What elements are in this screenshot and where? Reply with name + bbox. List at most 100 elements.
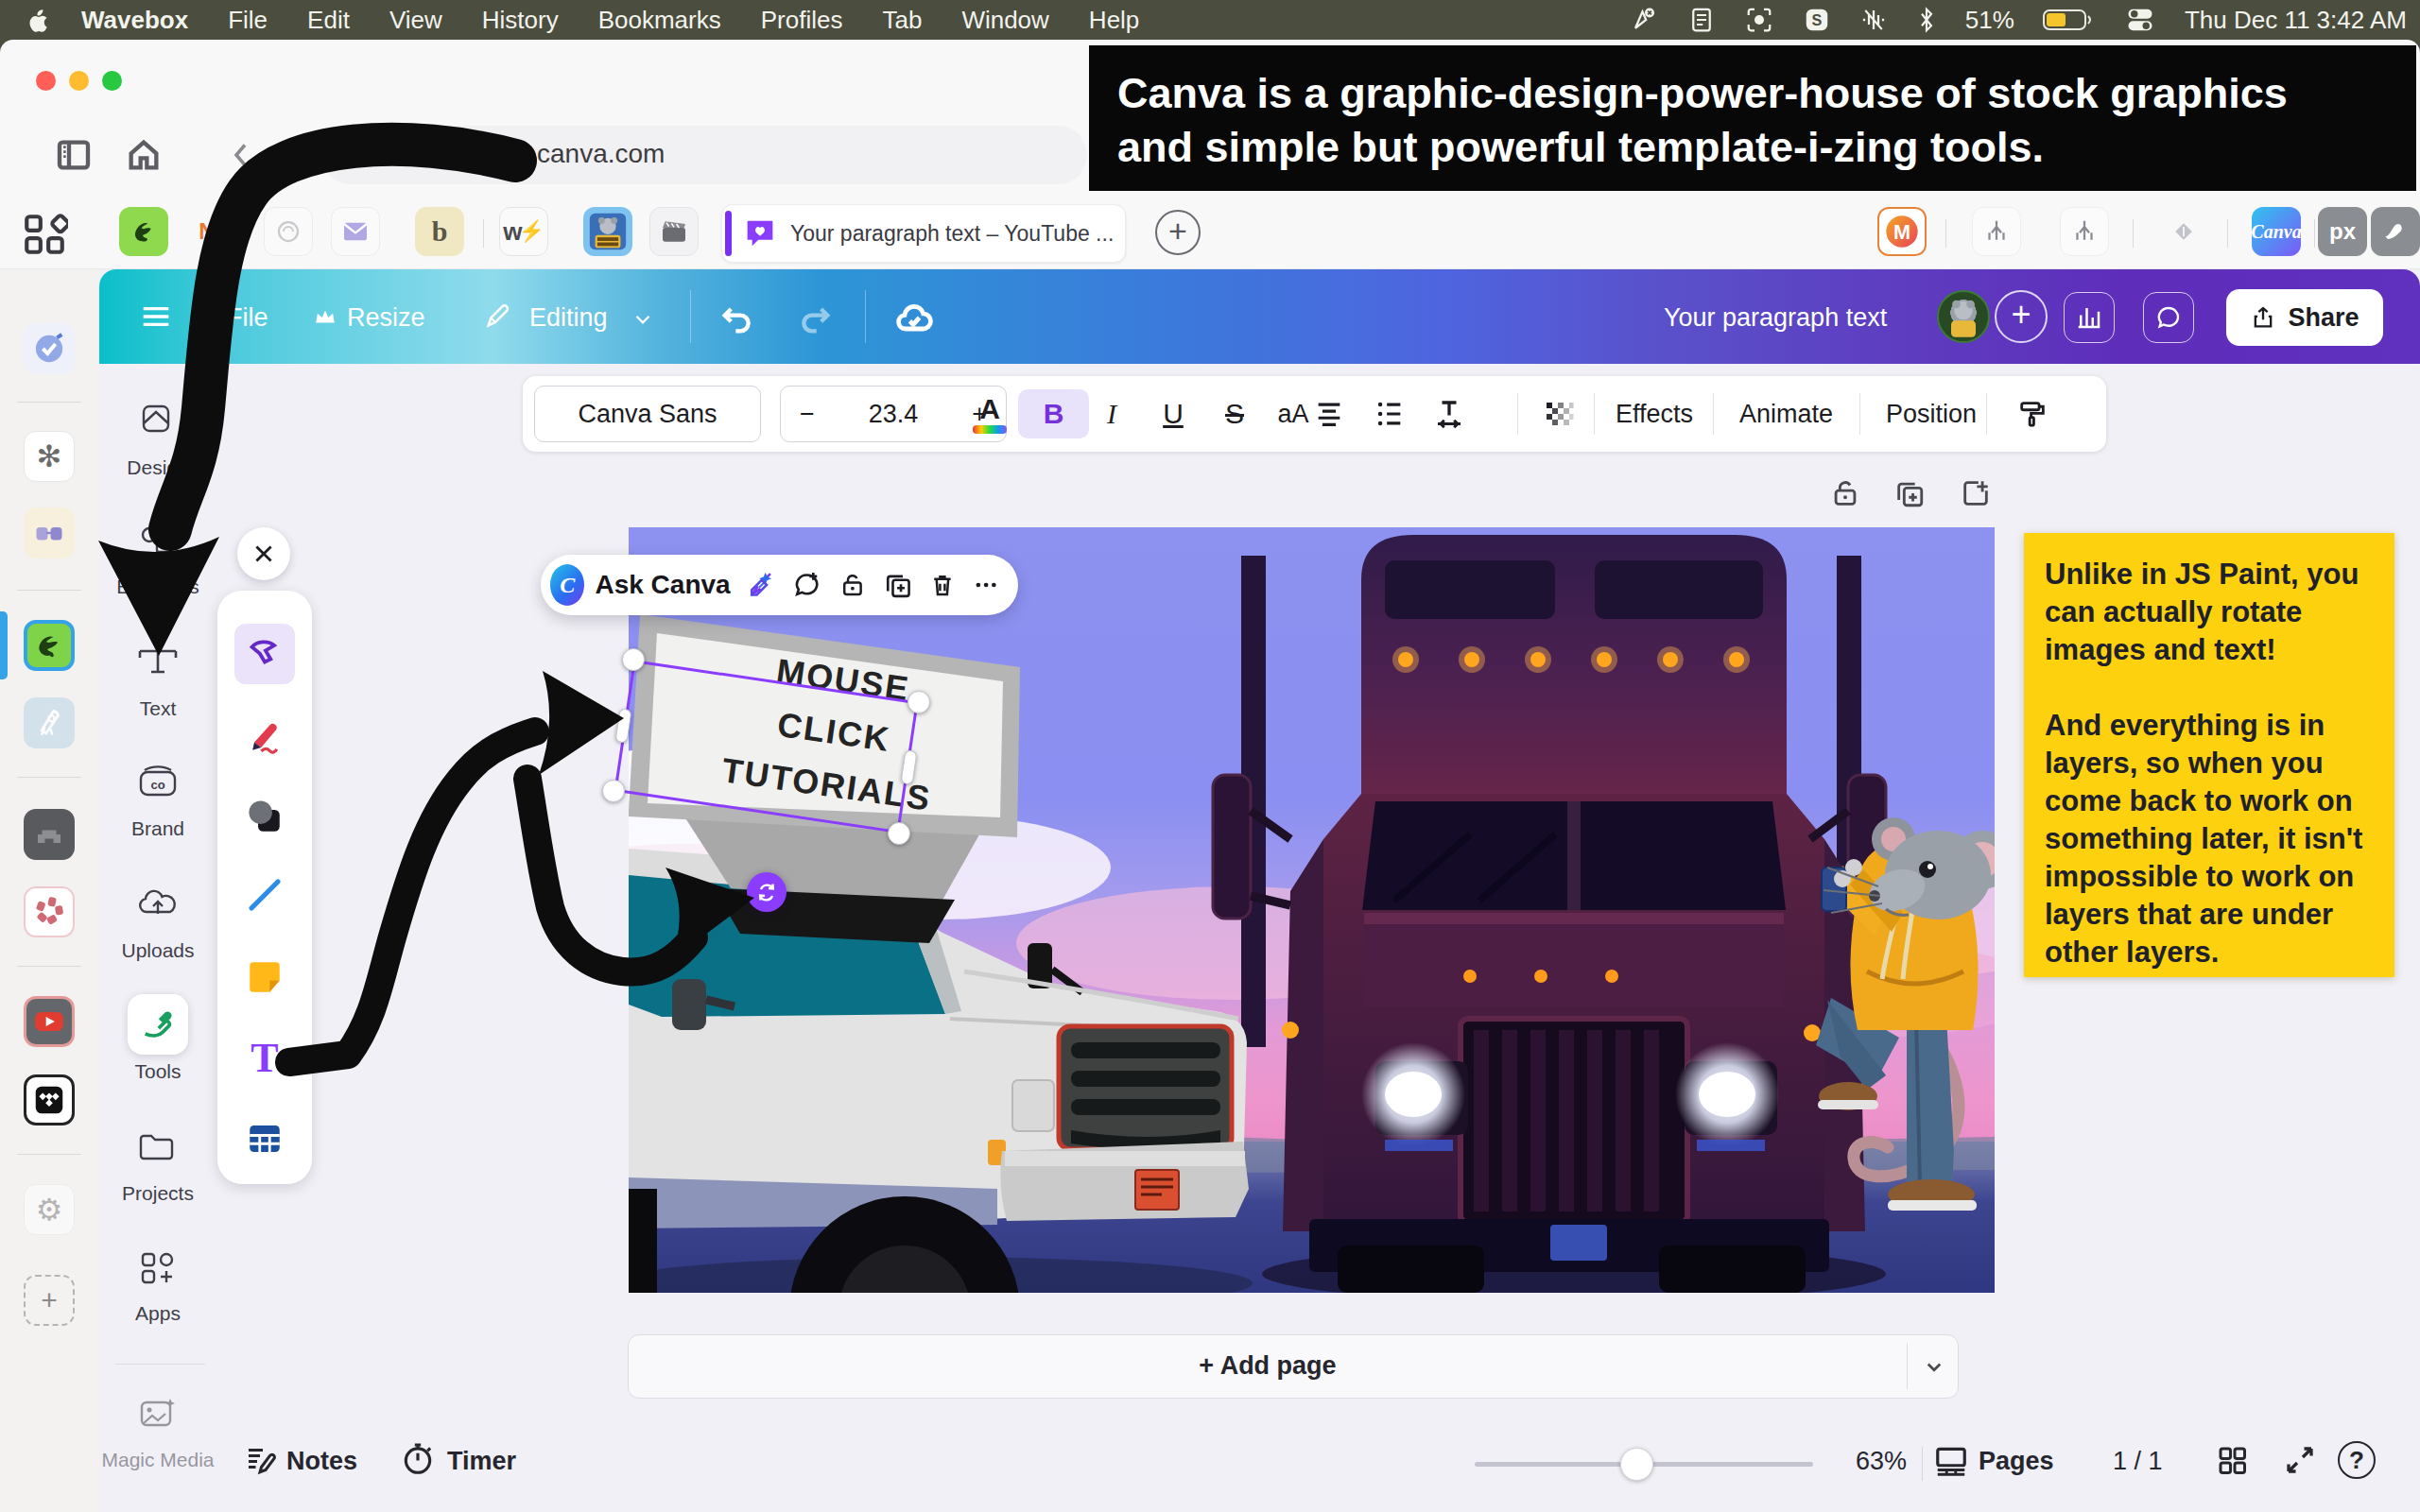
zoom-window-button[interactable] [102, 71, 122, 91]
menu-edit[interactable]: Edit [307, 6, 350, 35]
tools-icon[interactable] [128, 994, 188, 1055]
url-text[interactable]: canva.com [537, 139, 665, 169]
sticky-note-tool[interactable] [234, 947, 295, 1007]
menu-bookmarks[interactable]: Bookmarks [598, 6, 721, 35]
design-icon[interactable] [49, 404, 267, 433]
menu-window[interactable]: Window [961, 6, 1048, 35]
location-off-icon[interactable] [1631, 6, 1659, 34]
share-button[interactable]: Share [2226, 289, 2383, 346]
pages-button[interactable]: Pages [1979, 1447, 2054, 1476]
selection-handle-bl[interactable] [602, 780, 625, 802]
bookmark-mail-icon[interactable] [331, 207, 380, 256]
bookmark-swoosh-icon[interactable] [2371, 207, 2420, 256]
shottr-icon[interactable]: S [1803, 6, 1831, 34]
editing-mode-dropdown[interactable]: Editing [529, 303, 608, 333]
draw-tool[interactable] [234, 707, 295, 767]
zoom-slider-thumb[interactable] [1620, 1448, 1653, 1481]
list-button[interactable] [1365, 389, 1414, 438]
font-size-minus[interactable]: − [800, 400, 815, 429]
transparency-button[interactable] [1533, 389, 1582, 438]
nav-apps-label[interactable]: Apps [49, 1302, 267, 1325]
table-tool[interactable] [234, 1108, 295, 1169]
minimize-window-button[interactable] [69, 71, 89, 91]
bookmark-w-icon[interactable]: w⚡ [499, 207, 548, 256]
line-tool[interactable] [234, 865, 295, 925]
menu-app-name[interactable]: Wavebox [81, 6, 188, 35]
magic-media-icon[interactable] [49, 1397, 267, 1431]
unlock-icon[interactable] [838, 568, 867, 602]
fullscreen-icon[interactable] [2283, 1443, 2317, 1477]
menu-icon[interactable] [137, 298, 175, 335]
selection-handle-tl[interactable] [622, 648, 645, 671]
bookmark-n-icon[interactable]: N [182, 207, 232, 256]
resize-button[interactable]: Resize [347, 303, 425, 333]
design-canvas[interactable]: MOUSE CLICK TUTORIALS [629, 527, 1995, 1293]
timer-icon[interactable] [400, 1441, 436, 1477]
nav-magic-media-label[interactable]: Magic Media [49, 1449, 267, 1471]
apps-grid-icon[interactable] [21, 211, 68, 258]
add-page-button[interactable]: + Add page [628, 1334, 1959, 1399]
active-tab[interactable]: Your paragraph text – YouTube ... [721, 204, 1126, 263]
more-options-icon[interactable] [973, 569, 999, 601]
spacing-button[interactable] [1425, 389, 1474, 438]
text-tool[interactable]: T [234, 1027, 295, 1088]
animate-button[interactable]: Animate [1739, 389, 1833, 438]
nav-design-label[interactable]: Design [49, 456, 267, 479]
bookmark-mouse-tutorials-icon[interactable] [583, 207, 632, 256]
comment-button[interactable] [2143, 292, 2194, 343]
bookmark-doc2-icon[interactable] [2060, 207, 2109, 256]
file-menu-button[interactable]: File [227, 303, 268, 333]
nav-projects-label[interactable]: Projects [49, 1182, 267, 1205]
doc-title[interactable]: Your paragraph text [1664, 303, 1887, 333]
close-tools-button[interactable] [237, 527, 290, 580]
menu-view[interactable]: View [389, 6, 442, 35]
magic-edit-icon[interactable] [747, 567, 777, 603]
bluetooth-icon[interactable] [1916, 6, 1937, 34]
shapes-tool[interactable] [234, 786, 295, 847]
italic-button[interactable]: I [1087, 389, 1136, 438]
sidebar-app-youtube-icon[interactable] [24, 996, 75, 1047]
notes-icon[interactable] [243, 1443, 277, 1477]
new-tab-button[interactable]: + [1155, 210, 1201, 255]
effects-button[interactable]: Effects [1616, 389, 1693, 438]
comment-add-icon[interactable] [792, 567, 822, 603]
sidebar-app-check-icon[interactable] [24, 323, 75, 374]
bookmark-b-icon[interactable]: b [415, 207, 464, 256]
duplicate-page-icon[interactable] [1893, 477, 1926, 509]
menu-help[interactable]: Help [1089, 6, 1139, 35]
rotate-handle[interactable] [747, 872, 786, 912]
back-icon[interactable] [225, 138, 259, 172]
bold-button[interactable]: B [1018, 389, 1089, 438]
duplicate-icon[interactable] [883, 567, 913, 603]
help-button[interactable]: ? [2338, 1441, 2376, 1479]
address-bar[interactable] [321, 126, 1087, 184]
apple-logo-icon[interactable] [25, 6, 49, 34]
bookmark-diamond-icon[interactable] [2159, 207, 2208, 256]
alignment-button[interactable] [1305, 389, 1354, 438]
selection-handle-br[interactable] [888, 822, 910, 845]
menu-tab[interactable]: Tab [882, 6, 922, 35]
timer-button[interactable]: Timer [447, 1447, 516, 1476]
menu-profiles[interactable]: Profiles [761, 6, 843, 35]
canva-assistant-icon[interactable]: C [550, 564, 584, 606]
undo-button[interactable] [718, 300, 756, 337]
sidebar-toggle-icon[interactable] [55, 136, 93, 174]
close-window-button[interactable] [36, 71, 56, 91]
sticky-note[interactable]: Unlike in JS Paint, you can actually rot… [2024, 533, 2394, 977]
lock-page-icon[interactable] [1829, 477, 1861, 509]
menu-file[interactable]: File [228, 6, 268, 35]
selection-handle-tr[interactable] [908, 691, 930, 713]
bookmark-canva-icon[interactable]: Canva [2252, 207, 2301, 256]
bookmark-wavebox-icon[interactable] [119, 207, 168, 256]
bookmark-px-icon[interactable]: px [2318, 207, 2367, 256]
underline-button[interactable]: U [1149, 389, 1198, 438]
home-icon[interactable] [125, 136, 163, 174]
elements-icon[interactable] [49, 525, 267, 554]
pages-icon[interactable] [1933, 1443, 1969, 1479]
position-button[interactable]: Position [1886, 389, 1977, 438]
paint-roller-icon[interactable] [2008, 389, 2057, 438]
zoom-percent[interactable]: 63% [1856, 1447, 1907, 1476]
text-color-button[interactable]: A [965, 389, 1014, 438]
delete-icon[interactable] [928, 568, 957, 602]
bookmark-clapper-icon[interactable] [649, 207, 699, 256]
